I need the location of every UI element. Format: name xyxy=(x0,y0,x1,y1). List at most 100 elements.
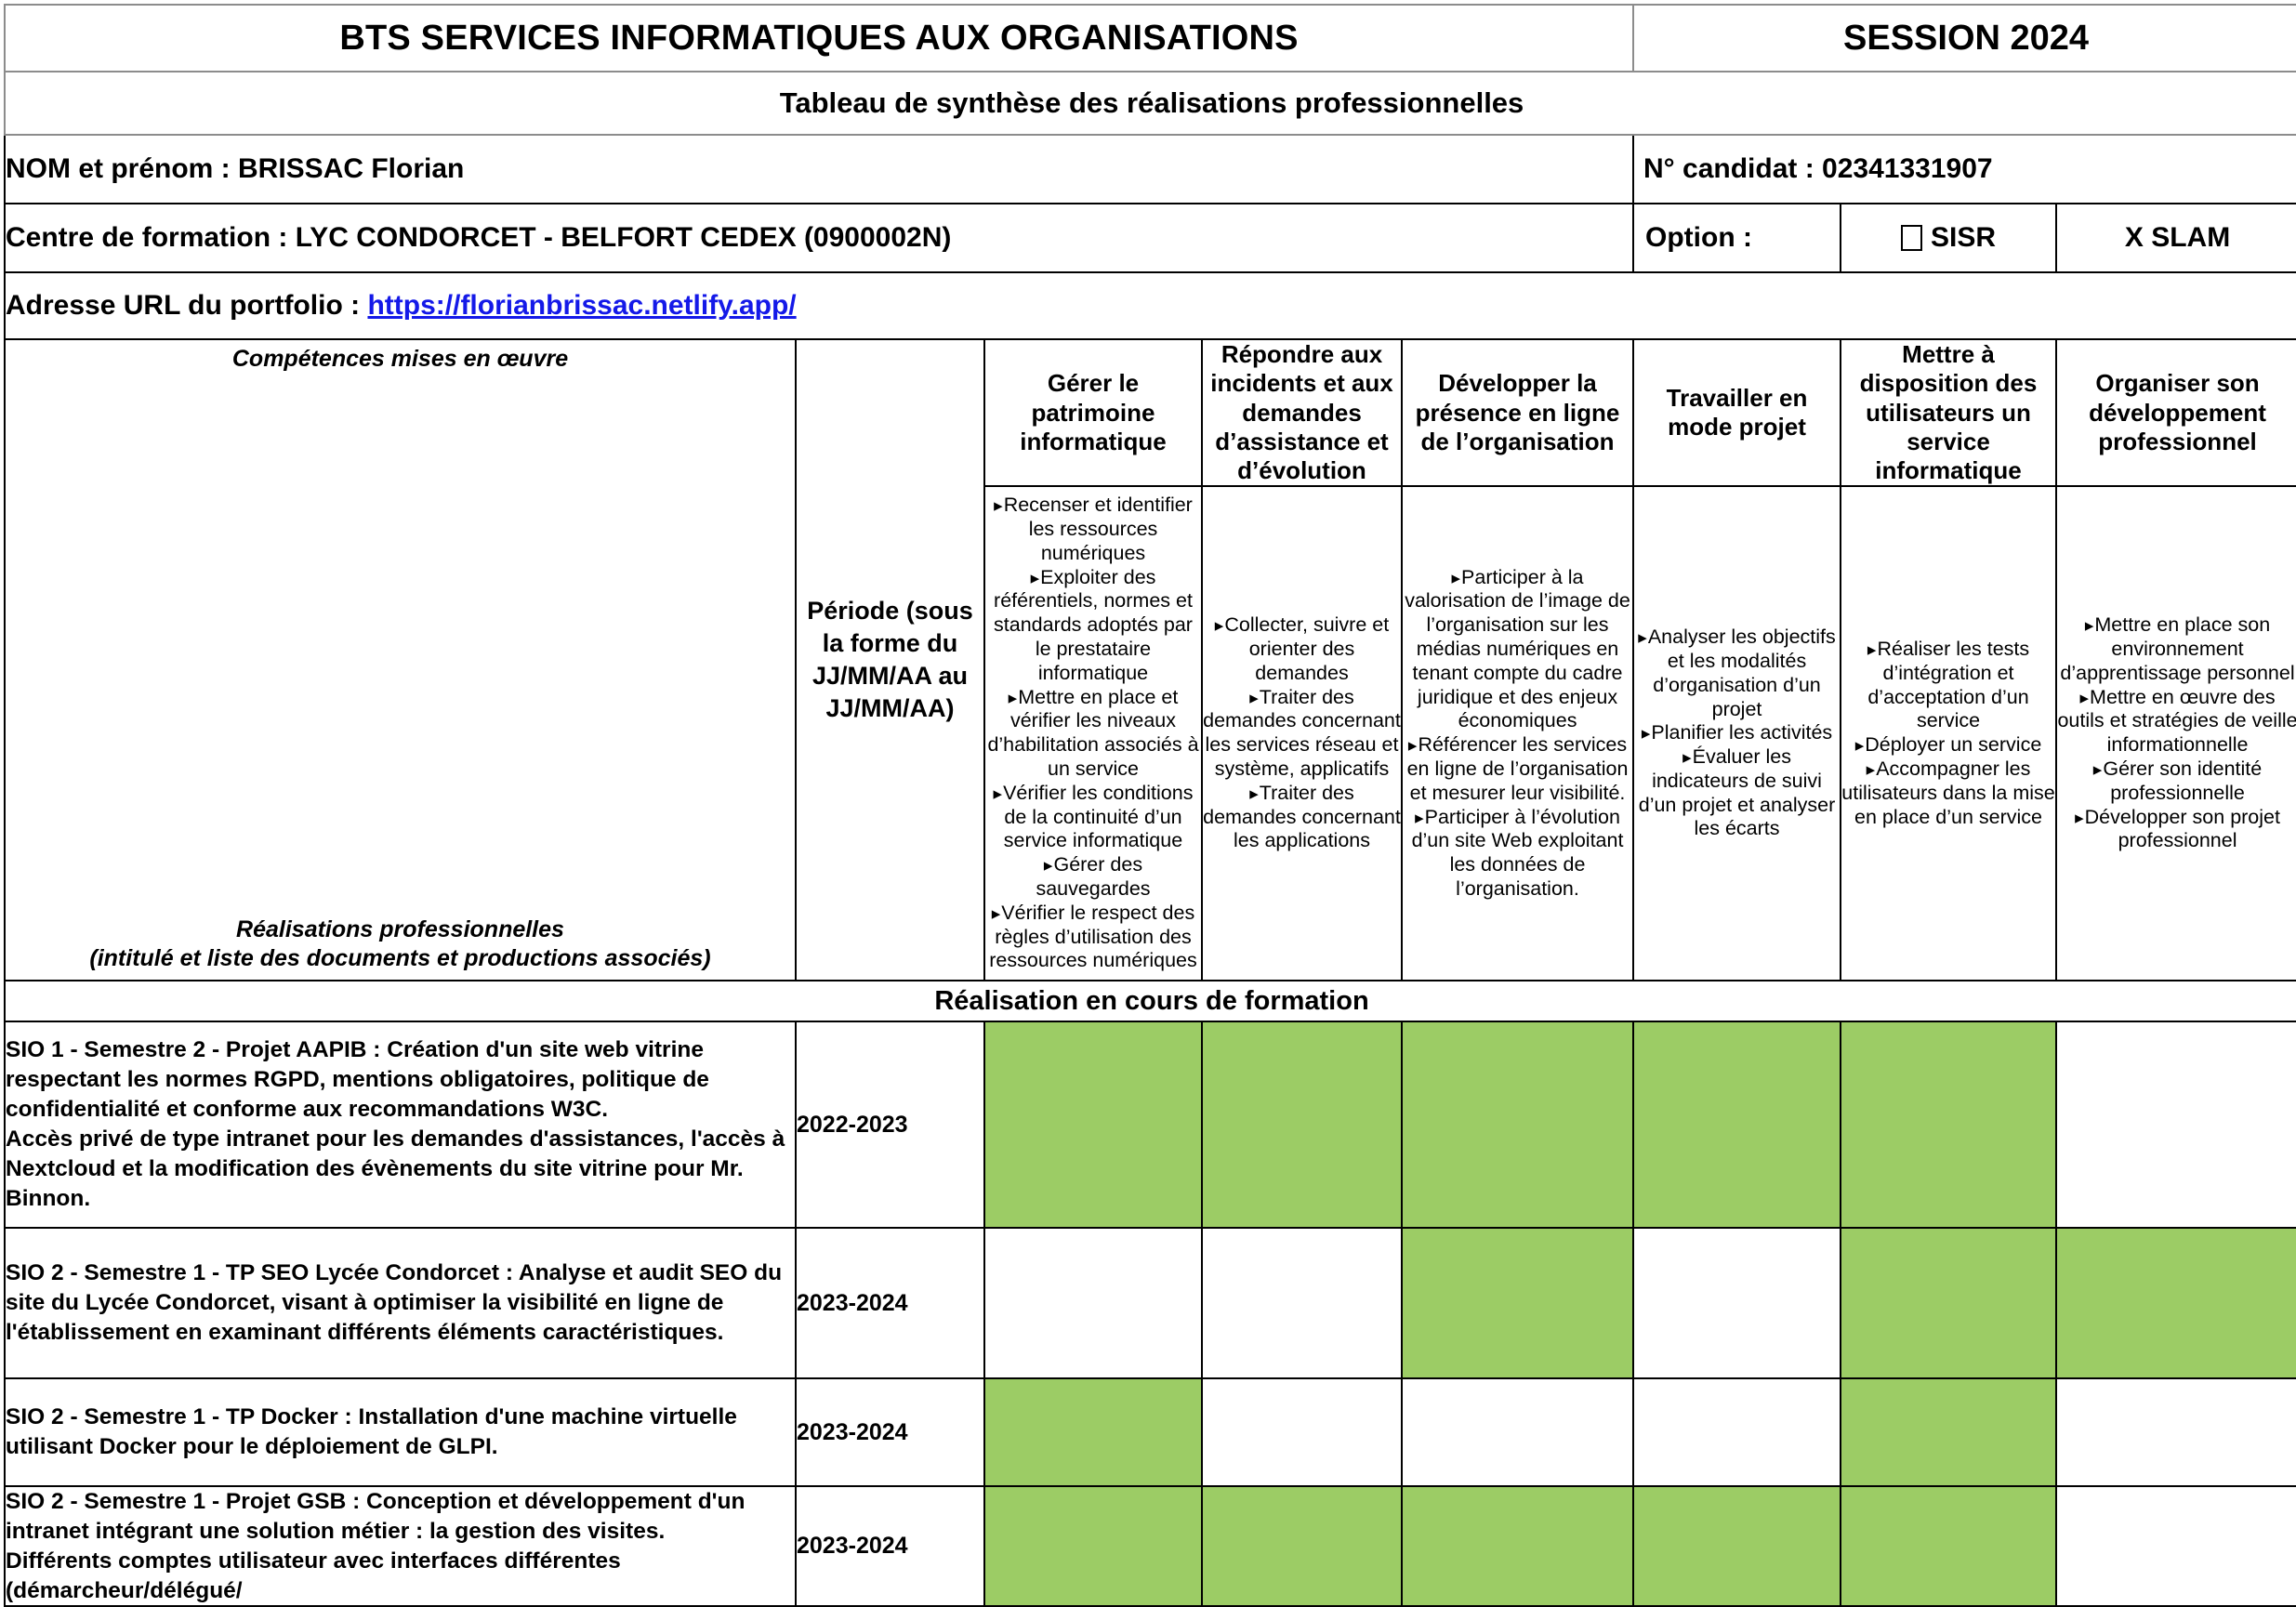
competency-mark-cell[interactable] xyxy=(983,1227,1203,1379)
competency-mark-cell[interactable] xyxy=(2055,1484,2296,1607)
competency-mark-cell[interactable] xyxy=(2055,1377,2296,1487)
table-row: SIO 2 - Semestre 1 - TP Docker : Install… xyxy=(4,1377,2296,1487)
competency-mark-cell[interactable] xyxy=(1840,1227,2058,1379)
competency-mark-cell[interactable] xyxy=(2055,1227,2296,1379)
subtitle-row: Tableau de synthèse des réalisations pro… xyxy=(3,71,2296,136)
competency-list-4: Réaliser les tests d’intégration et d’ac… xyxy=(1841,638,2055,829)
competency-mark-cell[interactable] xyxy=(1632,1227,1842,1379)
competency-header-4: Mettre à disposition des utilisateurs un… xyxy=(1840,337,2058,488)
competency-details-5: Mettre en place son environnement d’appr… xyxy=(2055,485,2296,981)
competency-header-0: Gérer le patrimoine informatique xyxy=(983,337,1203,488)
competency-item: Référencer les services en ligne de l’or… xyxy=(1403,733,1632,805)
competency-mark-cell[interactable] xyxy=(1840,1021,2058,1229)
competency-item: Recenser et identifier les ressources nu… xyxy=(985,494,1201,565)
realisation-description[interactable]: SIO 2 - Semestre 1 - TP SEO Lycée Condor… xyxy=(4,1227,797,1379)
synthesis-sheet: BTS SERVICES INFORMATIQUES AUX ORGANISAT… xyxy=(0,4,2296,1607)
competency-item: Gérer des sauvegardes xyxy=(985,853,1201,902)
portfolio-url-label: Adresse URL du portfolio : xyxy=(6,290,361,321)
competency-item: Vérifier les conditions de la continuité… xyxy=(985,782,1201,853)
competency-mark-cell[interactable] xyxy=(983,1484,1203,1607)
competency-mark-cell[interactable] xyxy=(1400,1021,1635,1229)
competency-item: Traiter des demandes concernant les serv… xyxy=(1203,686,1401,782)
document-subtitle: Tableau de synthèse des réalisations pro… xyxy=(3,71,2296,136)
competency-mark-cell[interactable] xyxy=(1400,1377,1635,1487)
table-row: SIO 2 - Semestre 1 - TP SEO Lycée Condor… xyxy=(4,1227,2296,1379)
competency-item: Participer à l’évolution d’un site Web e… xyxy=(1403,806,1632,902)
candidate-number-field[interactable]: N° candidat : 02341331907 xyxy=(1632,134,2296,204)
portfolio-url-cell: Adresse URL du portfolio : https://flori… xyxy=(3,271,2296,340)
realisation-description[interactable]: SIO 2 - Semestre 1 - Projet GSB : Concep… xyxy=(4,1484,797,1607)
realisation-period[interactable]: 2023-2024 xyxy=(795,1227,985,1379)
competency-details-4: Réaliser les tests d’intégration et d’ac… xyxy=(1840,485,2058,981)
training-center-field[interactable]: Centre de formation : LYC CONDORCET - BE… xyxy=(3,203,1635,273)
realisations-header-cell: Compétences mises en œuvre Réalisations … xyxy=(4,338,797,981)
checkbox-icon[interactable] xyxy=(1901,225,1922,251)
competency-item: Traiter des demandes concernant les appl… xyxy=(1203,782,1401,853)
competency-mark-cell[interactable] xyxy=(1400,1227,1635,1379)
option-sisr-cell[interactable]: SISR xyxy=(1840,203,2058,273)
period-column-header: Période (sous la forme du JJ/MM/AA au JJ… xyxy=(795,338,985,981)
competency-item: Mettre en œuvre des outils et stratégies… xyxy=(2057,686,2296,757)
realisation-period[interactable]: 2022-2023 xyxy=(795,1021,985,1229)
realisations-label: Réalisations professionnelles (intitulé … xyxy=(6,915,795,972)
competency-header-3: Travailler en mode projet xyxy=(1632,337,1842,488)
portfolio-url-row: Adresse URL du portfolio : https://flori… xyxy=(3,271,2296,340)
realisation-description[interactable]: SIO 2 - Semestre 1 - TP Docker : Install… xyxy=(4,1377,797,1487)
competency-details-0: Recenser et identifier les ressources nu… xyxy=(983,485,1203,981)
competency-list-5: Mettre en place son environnement d’appr… xyxy=(2057,613,2296,853)
competency-item: Exploiter des référentiels, normes et st… xyxy=(985,566,1201,686)
competency-item: Mettre en place son environnement d’appr… xyxy=(2057,613,2296,685)
competency-mark-cell[interactable] xyxy=(1400,1484,1635,1607)
competency-item: Planifier les activités xyxy=(1634,721,1840,745)
competency-item: Gérer son identité professionnelle xyxy=(2057,757,2296,806)
competency-item: Vérifier le respect des règles d’utilisa… xyxy=(985,902,1201,973)
competency-mark-cell[interactable] xyxy=(1840,1377,2058,1487)
competency-list-3: Analyser les objectifs et les modalités … xyxy=(1634,626,1840,841)
diploma-title: BTS SERVICES INFORMATIQUES AUX ORGANISAT… xyxy=(3,4,1635,72)
competency-mark-cell[interactable] xyxy=(1632,1377,1842,1487)
competency-mark-cell[interactable] xyxy=(1201,1484,1403,1607)
competency-item: Mettre en place et vérifier les niveaux … xyxy=(985,686,1201,782)
competency-list-2: Participer à la valorisation de l’image … xyxy=(1403,566,1632,902)
competency-mark-cell[interactable] xyxy=(1201,1021,1403,1229)
session-label: SESSION 2024 xyxy=(1632,4,2296,72)
competency-item: Réaliser les tests d’intégration et d’ac… xyxy=(1841,638,2055,733)
competency-header-1: Répondre aux incidents et aux demandes d… xyxy=(1201,337,1403,488)
competency-item: Évaluer les indicateurs de suivi d’un pr… xyxy=(1634,745,1840,841)
competency-details-2: Participer à la valorisation de l’image … xyxy=(1400,485,1635,981)
competency-header-2: Développer la présence en ligne de l’org… xyxy=(1400,337,1635,488)
competency-mark-cell[interactable] xyxy=(1201,1377,1403,1487)
competency-item: Déployer un service xyxy=(1841,733,2055,757)
table-row: SIO 1 - Semestre 2 - Projet AAPIB : Créa… xyxy=(4,1021,2296,1229)
competency-list-0: Recenser et identifier les ressources nu… xyxy=(985,494,1201,973)
competency-mark-cell[interactable] xyxy=(2055,1021,2296,1229)
realisation-period[interactable]: 2023-2024 xyxy=(795,1484,985,1607)
section-banner: Réalisation en cours de formation xyxy=(3,980,2296,1022)
realisations-label-line1: Réalisations professionnelles xyxy=(236,916,564,942)
competency-item: Développer son projet professionnel xyxy=(2057,806,2296,854)
realisation-period[interactable]: 2023-2024 xyxy=(795,1377,985,1487)
option-sisr-label: SISR xyxy=(1931,222,1997,253)
realisations-rows: SIO 1 - Semestre 2 - Projet AAPIB : Créa… xyxy=(4,1021,2296,1607)
competency-mark-cell[interactable] xyxy=(983,1377,1203,1487)
competency-mark-cell[interactable] xyxy=(1201,1227,1403,1379)
table-row: SIO 2 - Semestre 1 - Projet GSB : Concep… xyxy=(4,1484,2296,1607)
competences-label: Compétences mises en œuvre xyxy=(231,346,569,372)
competency-mark-cell[interactable] xyxy=(1632,1021,1842,1229)
competency-item: Participer à la valorisation de l’image … xyxy=(1403,566,1632,734)
option-slam-cell[interactable]: X SLAM xyxy=(2055,203,2296,273)
section-banner-row: Réalisation en cours de formation xyxy=(3,980,2296,1022)
competency-details-3: Analyser les objectifs et les modalités … xyxy=(1632,485,1842,981)
competency-item: Collecter, suivre et orienter des demand… xyxy=(1203,613,1401,685)
portfolio-url-link[interactable]: https://florianbrissac.netlify.app/ xyxy=(367,290,796,321)
competency-list-1: Collecter, suivre et orienter des demand… xyxy=(1203,613,1401,853)
realisation-description[interactable]: SIO 1 - Semestre 2 - Projet AAPIB : Créa… xyxy=(4,1021,797,1229)
candidate-name-field[interactable]: NOM et prénom : BRISSAC Florian xyxy=(3,134,1635,204)
competency-mark-cell[interactable] xyxy=(1840,1484,2058,1607)
realisations-label-line2: (intitulé et liste des documents et prod… xyxy=(89,944,711,971)
option-label: Option : xyxy=(1632,203,1842,273)
competency-mark-cell[interactable] xyxy=(1632,1484,1842,1607)
competency-mark-cell[interactable] xyxy=(983,1021,1203,1229)
candidate-row: NOM et prénom : BRISSAC Florian N° candi… xyxy=(3,134,2296,204)
competency-item: Analyser les objectifs et les modalités … xyxy=(1634,626,1840,721)
